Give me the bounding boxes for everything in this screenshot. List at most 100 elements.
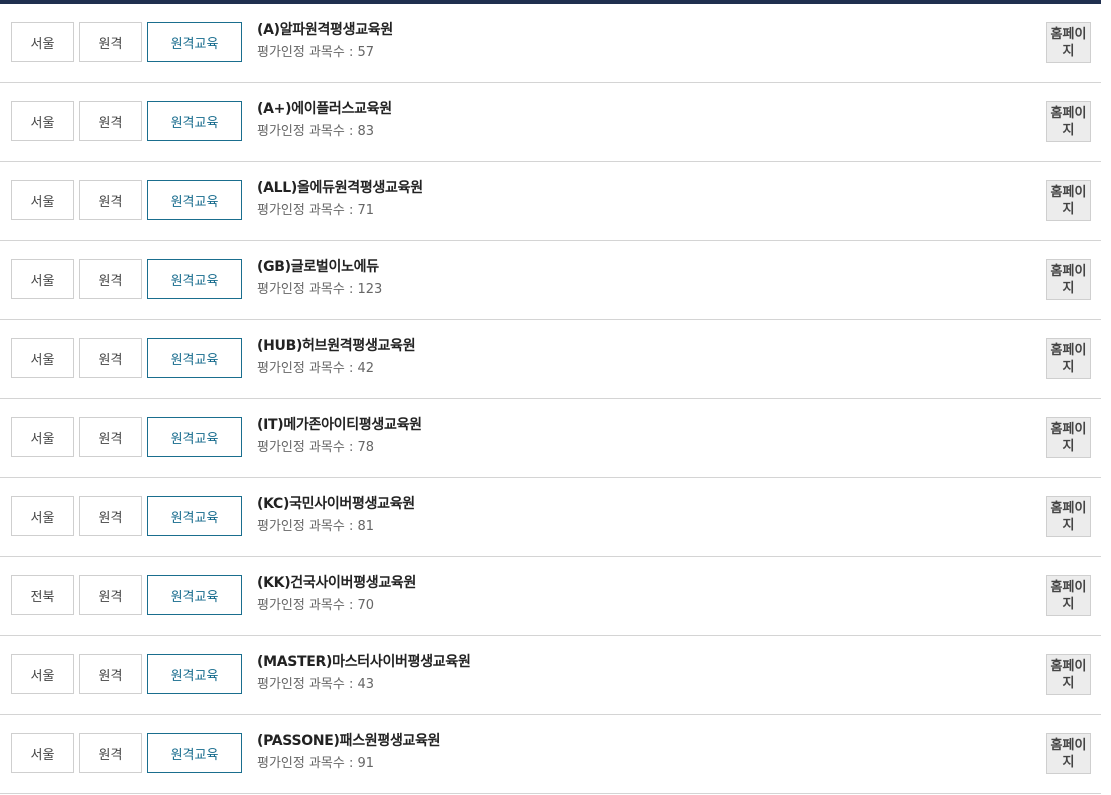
course-count: 평가인정 과목수 : 123: [257, 281, 382, 299]
course-count-value: 43: [357, 677, 375, 692]
region-tag: 서울: [11, 101, 74, 141]
institution-name[interactable]: (PASSONE)패스원평생교육원: [257, 731, 441, 751]
category-tag: 원격교육: [147, 338, 242, 378]
course-count-label: 평가인정 과목수 :: [257, 282, 358, 297]
course-count: 평가인정 과목수 : 83: [257, 123, 392, 141]
list-item: 서울 원격 원격교육 (A+)에이플러스교육원 평가인정 과목수 : 83 홈페…: [0, 83, 1101, 162]
course-count: 평가인정 과목수 : 57: [257, 44, 393, 62]
course-count: 평가인정 과목수 : 71: [257, 202, 423, 220]
type-tag: 원격: [79, 575, 142, 615]
region-tag: 서울: [11, 733, 74, 773]
category-tag: 원격교육: [147, 496, 242, 536]
institution-info: (IT)메가존아이티평생교육원 평가인정 과목수 : 78: [257, 415, 422, 457]
category-tag: 원격교육: [147, 180, 242, 220]
homepage-button[interactable]: 홈페이지: [1046, 338, 1091, 379]
course-count-label: 평가인정 과목수 :: [257, 756, 358, 771]
course-count-label: 평가인정 과목수 :: [257, 440, 358, 455]
type-tag: 원격: [79, 101, 142, 141]
course-count-label: 평가인정 과목수 :: [257, 45, 358, 60]
institution-info: (KK)건국사이버평생교육원 평가인정 과목수 : 70: [257, 573, 416, 615]
list-item: 서울 원격 원격교육 (GB)글로벌이노에듀 평가인정 과목수 : 123 홈페…: [0, 241, 1101, 320]
institution-name[interactable]: (ALL)올에듀원격평생교육원: [257, 178, 423, 198]
course-count-value: 81: [357, 519, 375, 534]
course-count: 평가인정 과목수 : 81: [257, 518, 415, 536]
category-tag: 원격교육: [147, 654, 242, 694]
homepage-button[interactable]: 홈페이지: [1046, 22, 1091, 63]
course-count: 평가인정 과목수 : 78: [257, 439, 422, 457]
type-tag: 원격: [79, 22, 142, 62]
region-tag: 서울: [11, 417, 74, 457]
list-item: 서울 원격 원격교육 (A)알파원격평생교육원 평가인정 과목수 : 57 홈페…: [0, 4, 1101, 83]
course-count-label: 평가인정 과목수 :: [257, 677, 358, 692]
course-count: 평가인정 과목수 : 70: [257, 597, 416, 615]
course-count-label: 평가인정 과목수 :: [257, 203, 358, 218]
homepage-button[interactable]: 홈페이지: [1046, 575, 1091, 616]
type-tag: 원격: [79, 733, 142, 773]
institution-name[interactable]: (A+)에이플러스교육원: [257, 99, 392, 119]
list-item: 서울 원격 원격교육 (ALL)올에듀원격평생교육원 평가인정 과목수 : 71…: [0, 162, 1101, 241]
course-count-label: 평가인정 과목수 :: [257, 361, 358, 376]
course-count: 평가인정 과목수 : 43: [257, 676, 471, 694]
institution-info: (A)알파원격평생교육원 평가인정 과목수 : 57: [257, 20, 393, 62]
institution-name[interactable]: (MASTER)마스터사이버평생교육원: [257, 652, 471, 672]
institution-info: (MASTER)마스터사이버평생교육원 평가인정 과목수 : 43: [257, 652, 471, 694]
category-tag: 원격교육: [147, 733, 242, 773]
category-tag: 원격교육: [147, 575, 242, 615]
type-tag: 원격: [79, 180, 142, 220]
institution-info: (KC)국민사이버평생교육원 평가인정 과목수 : 81: [257, 494, 415, 536]
type-tag: 원격: [79, 259, 142, 299]
region-tag: 서울: [11, 259, 74, 299]
course-count-label: 평가인정 과목수 :: [257, 598, 358, 613]
list-item: 서울 원격 원격교육 (HUB)허브원격평생교육원 평가인정 과목수 : 42 …: [0, 320, 1101, 399]
course-count: 평가인정 과목수 : 91: [257, 755, 440, 773]
category-tag: 원격교육: [147, 22, 242, 62]
course-count-value: 78: [357, 440, 375, 455]
homepage-button[interactable]: 홈페이지: [1046, 417, 1091, 458]
region-tag: 서울: [11, 338, 74, 378]
homepage-button[interactable]: 홈페이지: [1046, 101, 1091, 142]
homepage-button[interactable]: 홈페이지: [1046, 733, 1091, 774]
list-item: 서울 원격 원격교육 (PASSONE)패스원평생교육원 평가인정 과목수 : …: [0, 715, 1101, 794]
type-tag: 원격: [79, 496, 142, 536]
course-count-value: 42: [357, 361, 375, 376]
course-count-label: 평가인정 과목수 :: [257, 519, 358, 534]
homepage-button[interactable]: 홈페이지: [1046, 654, 1091, 695]
course-count: 평가인정 과목수 : 42: [257, 360, 415, 378]
region-tag: 서울: [11, 496, 74, 536]
homepage-button[interactable]: 홈페이지: [1046, 496, 1091, 537]
institution-info: (ALL)올에듀원격평생교육원 평가인정 과목수 : 71: [257, 178, 423, 220]
list-item: 서울 원격 원격교육 (IT)메가존아이티평생교육원 평가인정 과목수 : 78…: [0, 399, 1101, 478]
type-tag: 원격: [79, 654, 142, 694]
course-count-label: 평가인정 과목수 :: [257, 124, 358, 139]
course-count-value: 83: [357, 124, 375, 139]
institution-info: (HUB)허브원격평생교육원 평가인정 과목수 : 42: [257, 336, 416, 378]
course-count-value: 57: [357, 45, 375, 60]
institution-name[interactable]: (KK)건국사이버평생교육원: [257, 573, 416, 593]
list-item: 서울 원격 원격교육 (KC)국민사이버평생교육원 평가인정 과목수 : 81 …: [0, 478, 1101, 557]
region-tag: 서울: [11, 654, 74, 694]
type-tag: 원격: [79, 417, 142, 457]
list-item: 전북 원격 원격교육 (KK)건국사이버평생교육원 평가인정 과목수 : 70 …: [0, 557, 1101, 636]
region-tag: 전북: [11, 575, 74, 615]
institution-name[interactable]: (A)알파원격평생교육원: [257, 20, 393, 40]
homepage-button[interactable]: 홈페이지: [1046, 259, 1091, 300]
course-count-value: 70: [357, 598, 375, 613]
institution-name[interactable]: (GB)글로벌이노에듀: [257, 257, 382, 277]
institution-info: (GB)글로벌이노에듀 평가인정 과목수 : 123: [257, 257, 382, 299]
institution-name[interactable]: (IT)메가존아이티평생교육원: [257, 415, 422, 435]
category-tag: 원격교육: [147, 259, 242, 299]
institution-name[interactable]: (HUB)허브원격평생교육원: [257, 336, 416, 356]
institution-name[interactable]: (KC)국민사이버평생교육원: [257, 494, 415, 514]
course-count-value: 91: [357, 756, 375, 771]
region-tag: 서울: [11, 22, 74, 62]
category-tag: 원격교육: [147, 417, 242, 457]
type-tag: 원격: [79, 338, 142, 378]
category-tag: 원격교육: [147, 101, 242, 141]
homepage-button[interactable]: 홈페이지: [1046, 180, 1091, 221]
institution-info: (PASSONE)패스원평생교육원 평가인정 과목수 : 91: [257, 731, 441, 773]
region-tag: 서울: [11, 180, 74, 220]
institution-list: 서울 원격 원격교육 (A)알파원격평생교육원 평가인정 과목수 : 57 홈페…: [0, 4, 1101, 794]
course-count-value: 71: [357, 203, 375, 218]
list-item: 서울 원격 원격교육 (MASTER)마스터사이버평생교육원 평가인정 과목수 …: [0, 636, 1101, 715]
institution-info: (A+)에이플러스교육원 평가인정 과목수 : 83: [257, 99, 392, 141]
